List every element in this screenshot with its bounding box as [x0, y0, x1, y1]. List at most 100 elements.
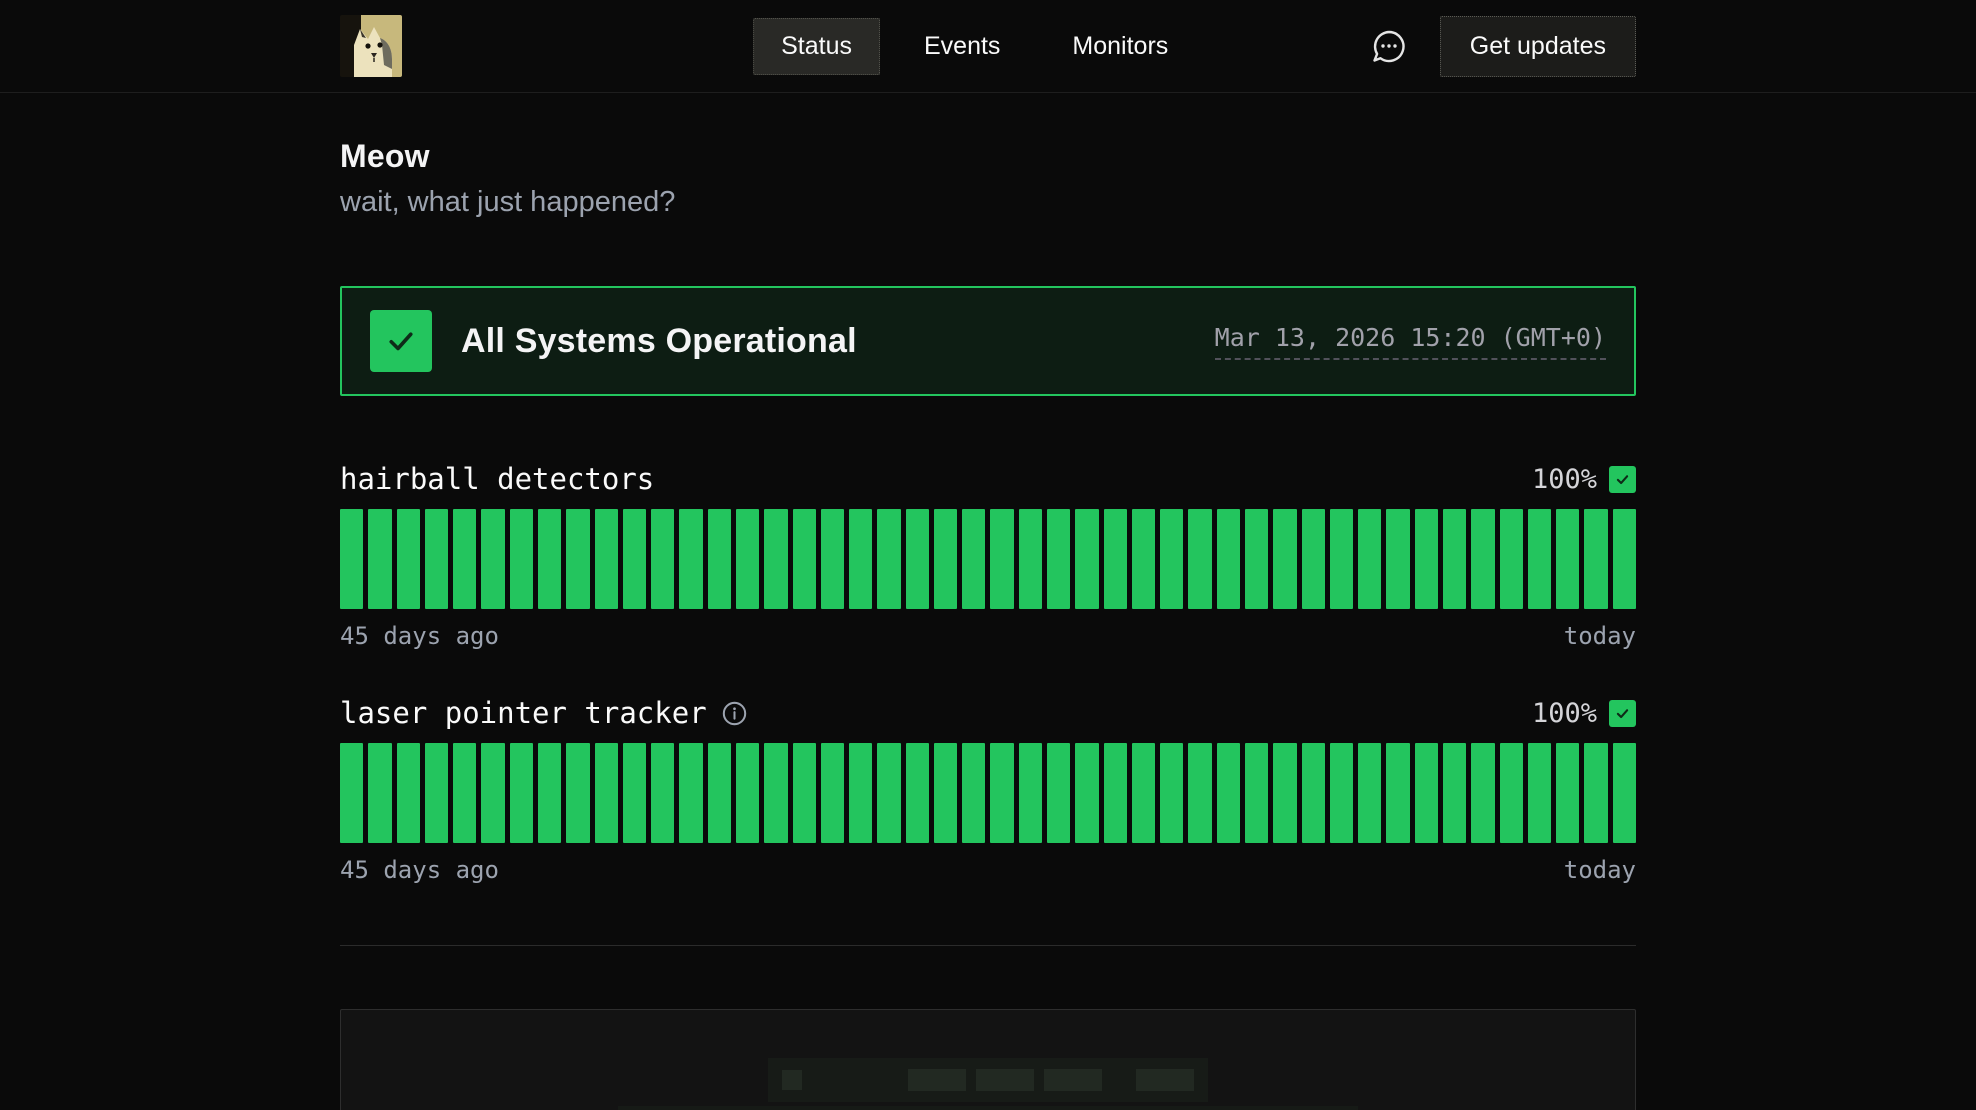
uptime-day-bar[interactable]: [1047, 743, 1070, 843]
uptime-day-bar[interactable]: [566, 509, 589, 609]
uptime-day-bar[interactable]: [1528, 743, 1551, 843]
get-updates-button[interactable]: Get updates: [1440, 16, 1636, 77]
chat-bubble-icon[interactable]: [1368, 25, 1410, 67]
uptime-day-bar[interactable]: [1188, 743, 1211, 843]
uptime-day-bar[interactable]: [906, 509, 929, 609]
uptime-day-bar[interactable]: [1415, 743, 1438, 843]
uptime-day-bar[interactable]: [934, 509, 957, 609]
uptime-day-bar[interactable]: [425, 743, 448, 843]
uptime-day-bar[interactable]: [623, 509, 646, 609]
uptime-day-bar[interactable]: [708, 509, 731, 609]
uptime-day-bar[interactable]: [623, 743, 646, 843]
uptime-day-bar[interactable]: [595, 743, 618, 843]
uptime-day-bar[interactable]: [425, 509, 448, 609]
uptime-day-bar[interactable]: [397, 743, 420, 843]
uptime-day-bar[interactable]: [1160, 743, 1183, 843]
uptime-day-bar[interactable]: [1556, 743, 1579, 843]
uptime-day-bar[interactable]: [877, 743, 900, 843]
uptime-day-bar[interactable]: [1104, 743, 1127, 843]
uptime-day-bar[interactable]: [510, 509, 533, 609]
uptime-day-bar[interactable]: [1273, 743, 1296, 843]
uptime-day-bar[interactable]: [793, 743, 816, 843]
uptime-day-bar[interactable]: [453, 509, 476, 609]
uptime-day-bar[interactable]: [340, 509, 363, 609]
uptime-day-bar[interactable]: [595, 509, 618, 609]
uptime-day-bar[interactable]: [962, 509, 985, 609]
tab-monitors[interactable]: Monitors: [1044, 18, 1196, 75]
uptime-day-bar[interactable]: [1415, 509, 1438, 609]
uptime-day-bar[interactable]: [1075, 743, 1098, 843]
uptime-day-bar[interactable]: [679, 509, 702, 609]
uptime-day-bar[interactable]: [1358, 509, 1381, 609]
uptime-day-bar[interactable]: [651, 509, 674, 609]
uptime-day-bar[interactable]: [906, 743, 929, 843]
uptime-day-bar[interactable]: [340, 743, 363, 843]
uptime-day-bar[interactable]: [962, 743, 985, 843]
uptime-day-bar[interactable]: [1330, 743, 1353, 843]
uptime-day-bar[interactable]: [1500, 509, 1523, 609]
uptime-day-bar[interactable]: [1613, 743, 1636, 843]
uptime-day-bar[interactable]: [934, 743, 957, 843]
uptime-day-bar[interactable]: [1132, 743, 1155, 843]
uptime-day-bar[interactable]: [453, 743, 476, 843]
uptime-day-bar[interactable]: [368, 509, 391, 609]
uptime-day-bar[interactable]: [736, 509, 759, 609]
uptime-day-bar[interactable]: [1019, 509, 1042, 609]
uptime-day-bar[interactable]: [481, 509, 504, 609]
uptime-day-bar[interactable]: [1386, 743, 1409, 843]
uptime-day-bar[interactable]: [481, 743, 504, 843]
uptime-day-bar[interactable]: [990, 743, 1013, 843]
uptime-day-bar[interactable]: [397, 509, 420, 609]
tab-status[interactable]: Status: [753, 18, 880, 75]
uptime-day-bar[interactable]: [1471, 743, 1494, 843]
uptime-day-bar[interactable]: [1160, 509, 1183, 609]
tab-events[interactable]: Events: [896, 18, 1028, 75]
uptime-day-bar[interactable]: [821, 509, 844, 609]
uptime-day-bar[interactable]: [793, 509, 816, 609]
uptime-day-bar[interactable]: [990, 509, 1013, 609]
uptime-day-bar[interactable]: [1047, 509, 1070, 609]
uptime-day-bar[interactable]: [1443, 509, 1466, 609]
uptime-day-bar[interactable]: [764, 743, 787, 843]
uptime-day-bar[interactable]: [1245, 509, 1268, 609]
uptime-day-bar[interactable]: [1358, 743, 1381, 843]
uptime-day-bar[interactable]: [821, 743, 844, 843]
uptime-day-bar[interactable]: [566, 743, 589, 843]
uptime-day-bar[interactable]: [1302, 743, 1325, 843]
uptime-day-bar[interactable]: [736, 743, 759, 843]
uptime-day-bar[interactable]: [1217, 509, 1240, 609]
uptime-day-bar[interactable]: [651, 743, 674, 843]
uptime-day-bar[interactable]: [1471, 509, 1494, 609]
uptime-day-bar[interactable]: [849, 743, 872, 843]
uptime-day-bar[interactable]: [1302, 509, 1325, 609]
uptime-day-bar[interactable]: [1556, 509, 1579, 609]
uptime-day-bar[interactable]: [1273, 509, 1296, 609]
uptime-day-bar[interactable]: [849, 509, 872, 609]
uptime-day-bar[interactable]: [1330, 509, 1353, 609]
uptime-day-bar[interactable]: [1075, 509, 1098, 609]
uptime-day-bar[interactable]: [1104, 509, 1127, 609]
site-logo-polite-cat[interactable]: [340, 15, 402, 77]
uptime-day-bar[interactable]: [368, 743, 391, 843]
uptime-day-bar[interactable]: [1132, 509, 1155, 609]
uptime-day-bar[interactable]: [1613, 509, 1636, 609]
uptime-day-bar[interactable]: [1443, 743, 1466, 843]
uptime-day-bar[interactable]: [877, 509, 900, 609]
uptime-day-bar[interactable]: [708, 743, 731, 843]
uptime-day-bar[interactable]: [1188, 509, 1211, 609]
info-circle-icon[interactable]: [721, 700, 748, 727]
uptime-day-bar[interactable]: [538, 743, 561, 843]
uptime-day-bar[interactable]: [1217, 743, 1240, 843]
uptime-day-bar[interactable]: [1245, 743, 1268, 843]
uptime-day-bar[interactable]: [538, 509, 561, 609]
uptime-day-bar[interactable]: [510, 743, 533, 843]
uptime-day-bar[interactable]: [679, 743, 702, 843]
uptime-day-bar[interactable]: [1500, 743, 1523, 843]
uptime-day-bar[interactable]: [764, 509, 787, 609]
uptime-day-bar[interactable]: [1584, 743, 1607, 843]
uptime-day-bar[interactable]: [1386, 509, 1409, 609]
uptime-day-bar[interactable]: [1019, 743, 1042, 843]
uptime-day-bar[interactable]: [1528, 509, 1551, 609]
uptime-day-bar[interactable]: [1584, 509, 1607, 609]
status-timestamp[interactable]: Mar 13, 2026 15:20 (GMT+0): [1215, 323, 1606, 360]
